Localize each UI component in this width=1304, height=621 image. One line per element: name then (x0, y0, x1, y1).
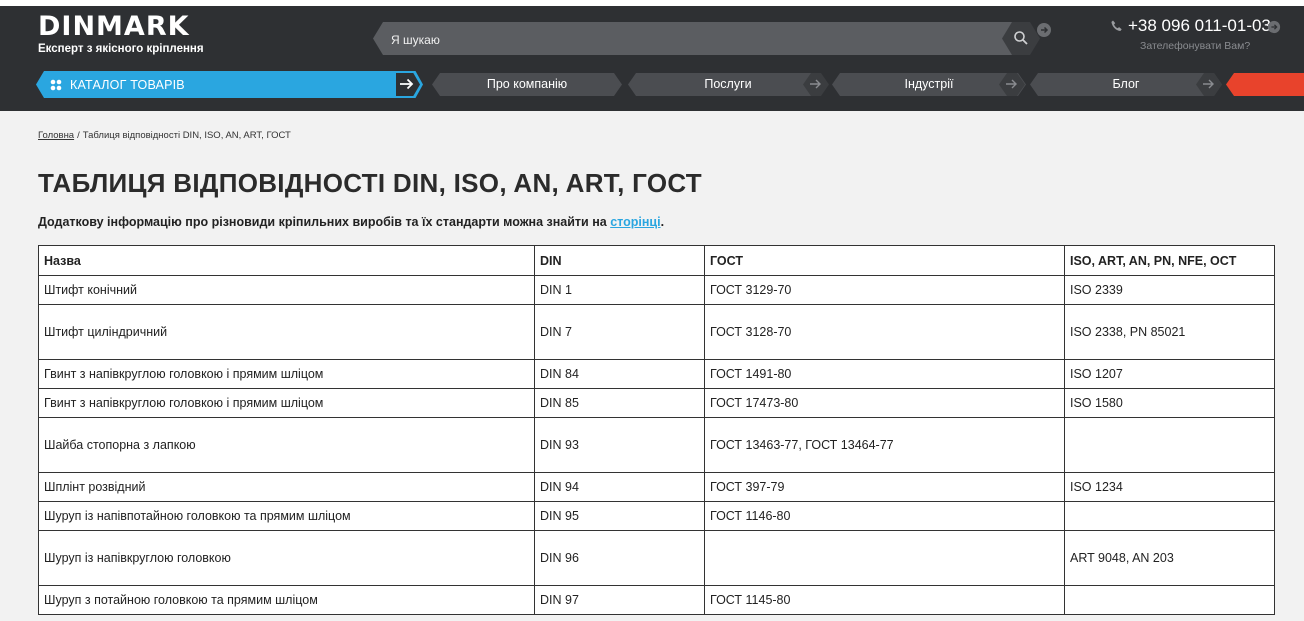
nav-item-blog[interactable]: Блог (1030, 73, 1222, 96)
table-cell (1064, 417, 1275, 473)
table-row: Шайба стопорна з лапкою DIN 93 ГОСТ 1346… (38, 417, 1275, 473)
table-row: Шуруп з потайною головкою та прямим шліц… (38, 585, 1275, 615)
arrow-right-icon (400, 78, 414, 90)
table-cell: ART 9048, AN 203 (1064, 530, 1275, 586)
breadcrumb-current: Таблиця відповідності DIN, ISO, AN, ART,… (82, 130, 291, 141)
site-header: DINMARK Експерт з якісного кріплення +38… (0, 0, 1304, 111)
table-row: Штифт циліндричний DIN 7 ГОСТ 3128-70 IS… (38, 304, 1275, 360)
phone-number[interactable]: +38 096 011-01-03 (1128, 16, 1271, 36)
intro-paragraph: Додаткову інформацію про різновиди кріпи… (38, 215, 664, 229)
table-cell: ГОСТ 1491-80 (704, 359, 1065, 389)
nav-item-label: Індустрії (904, 77, 954, 91)
page-title: ТАБЛИЦЯ ВІДПОВІДНОСТІ DIN, ISO, AN, ART,… (38, 168, 702, 198)
table-cell: ГОСТ 3128-70 (704, 304, 1065, 360)
table-cell: ГОСТ 3129-70 (704, 275, 1065, 305)
table-cell: ГОСТ 1146-80 (704, 501, 1065, 531)
nav-item-about[interactable]: Про компанію (432, 73, 622, 96)
grid-dots-icon (50, 79, 62, 91)
nav-item-label: Послуги (704, 77, 752, 91)
table-cell: DIN 95 (534, 501, 705, 531)
catalog-label: КАТАЛОГ ТОВАРІВ (70, 78, 185, 92)
table-header-row: Назва DIN ГОСТ ISO, ART, AN, PN, NFE, OC… (38, 245, 1275, 276)
table-cell: Шуруп з потайною головкою та прямим шліц… (38, 585, 535, 615)
table-cell: Шайба стопорна з лапкою (38, 417, 535, 473)
table-cell (1064, 501, 1275, 531)
table-cell: ГОСТ 1145-80 (704, 585, 1065, 615)
arrow-right-icon (809, 78, 823, 90)
catalog-button[interactable]: КАТАЛОГ ТОВАРІВ (36, 71, 394, 98)
table-row: Штифт конічний DIN 1 ГОСТ 3129-70 ISO 23… (38, 275, 1275, 305)
intro-end: . (660, 215, 665, 229)
table-cell: Шуруп із напівкруглою головкою (38, 530, 535, 586)
search-icon (1013, 30, 1029, 46)
nav-item-industries[interactable]: Індустрії (832, 73, 1026, 96)
table-cell: ГОСТ 17473-80 (704, 388, 1065, 418)
header-top-strip (0, 0, 1304, 6)
search-box (373, 22, 1038, 55)
table-cell: ISO 1234 (1064, 472, 1275, 502)
column-header-gost: ГОСТ (704, 245, 1065, 276)
table-cell: DIN 7 (534, 304, 705, 360)
table-cell: ISO 1207 (1064, 359, 1275, 389)
table-cell (1064, 585, 1275, 615)
breadcrumb-home-link[interactable]: Головна (38, 130, 74, 141)
table-cell: Шплінт розвідний (38, 472, 535, 502)
phone-icon (1111, 20, 1122, 31)
table-row: Шуруп із напівпотайною головкою та прями… (38, 501, 1275, 531)
table-cell: DIN 85 (534, 388, 705, 418)
table-cell: DIN 84 (534, 359, 705, 389)
logo-tagline: Експерт з якісного кріплення (38, 43, 204, 55)
table-cell: DIN 94 (534, 472, 705, 502)
table-cell: ISO 1580 (1064, 388, 1275, 418)
intro-text: Додаткову інформацію про різновиди кріпи… (38, 215, 611, 229)
nav-item-label: Блог (1112, 77, 1140, 91)
table-row: Шуруп із напівкруглою головкою DIN 96 AR… (38, 530, 1275, 586)
table-cell: ISO 2338, PN 85021 (1064, 304, 1275, 360)
table-row: Гвинт з напівкруглою головкою і прямим ш… (38, 388, 1275, 418)
table-cell: Шуруп із напівпотайною головкою та прями… (38, 501, 535, 531)
table-cell: DIN 97 (534, 585, 705, 615)
standards-table: Назва DIN ГОСТ ISO, ART, AN, PN, NFE, OC… (38, 245, 1275, 615)
table-cell: ГОСТ 397-79 (704, 472, 1065, 502)
table-cell: ISO 2339 (1064, 275, 1275, 305)
table-cell: ГОСТ 13463-77, ГОСТ 13464-77 (704, 417, 1065, 473)
table-row: Гвинт з напівкруглою головкою і прямим ш… (38, 359, 1275, 389)
nav-item-services[interactable]: Послуги (628, 73, 828, 96)
column-header-name: Назва (38, 245, 535, 276)
search-input[interactable] (389, 22, 993, 57)
column-header-din: DIN (534, 245, 705, 276)
table-cell: Штифт циліндричний (38, 304, 535, 360)
table-cell: Гвинт з напівкруглою головкою і прямим ш… (38, 388, 535, 418)
arrow-right-icon (1005, 78, 1019, 90)
arrow-right-circle-icon[interactable] (1036, 22, 1052, 38)
breadcrumb-separator: / (77, 130, 80, 141)
table-cell: Гвинт з напівкруглою головкою і прямим ш… (38, 359, 535, 389)
arrow-right-circle-icon[interactable] (1267, 20, 1281, 34)
table-cell: DIN 1 (534, 275, 705, 305)
phone-block[interactable]: +38 096 011-01-03 (1110, 16, 1281, 36)
arrow-right-icon (1202, 78, 1216, 90)
callback-link[interactable]: Зателефонувати Вам? (1140, 40, 1250, 52)
logo[interactable]: DINMARK Експерт з якісного кріплення (38, 12, 204, 56)
table-cell: DIN 96 (534, 530, 705, 586)
nav-red-tab[interactable] (1226, 73, 1304, 96)
breadcrumb: Головна / Таблиця відповідності DIN, ISO, … (38, 130, 291, 141)
table-cell: Штифт конічний (38, 275, 535, 305)
column-header-iso: ISO, ART, AN, PN, NFE, OCT (1064, 245, 1275, 276)
main-nav: КАТАЛОГ ТОВАРІВ Про компанію Послуги Інд… (0, 71, 1304, 98)
logo-word: DINMARK (38, 11, 190, 42)
table-cell: DIN 93 (534, 417, 705, 473)
nav-item-label: Про компанію (486, 77, 568, 91)
intro-link[interactable]: сторінці (610, 215, 660, 229)
table-row: Шплінт розвідний DIN 94 ГОСТ 397-79 ISO … (38, 472, 1275, 502)
table-cell (704, 530, 1065, 586)
